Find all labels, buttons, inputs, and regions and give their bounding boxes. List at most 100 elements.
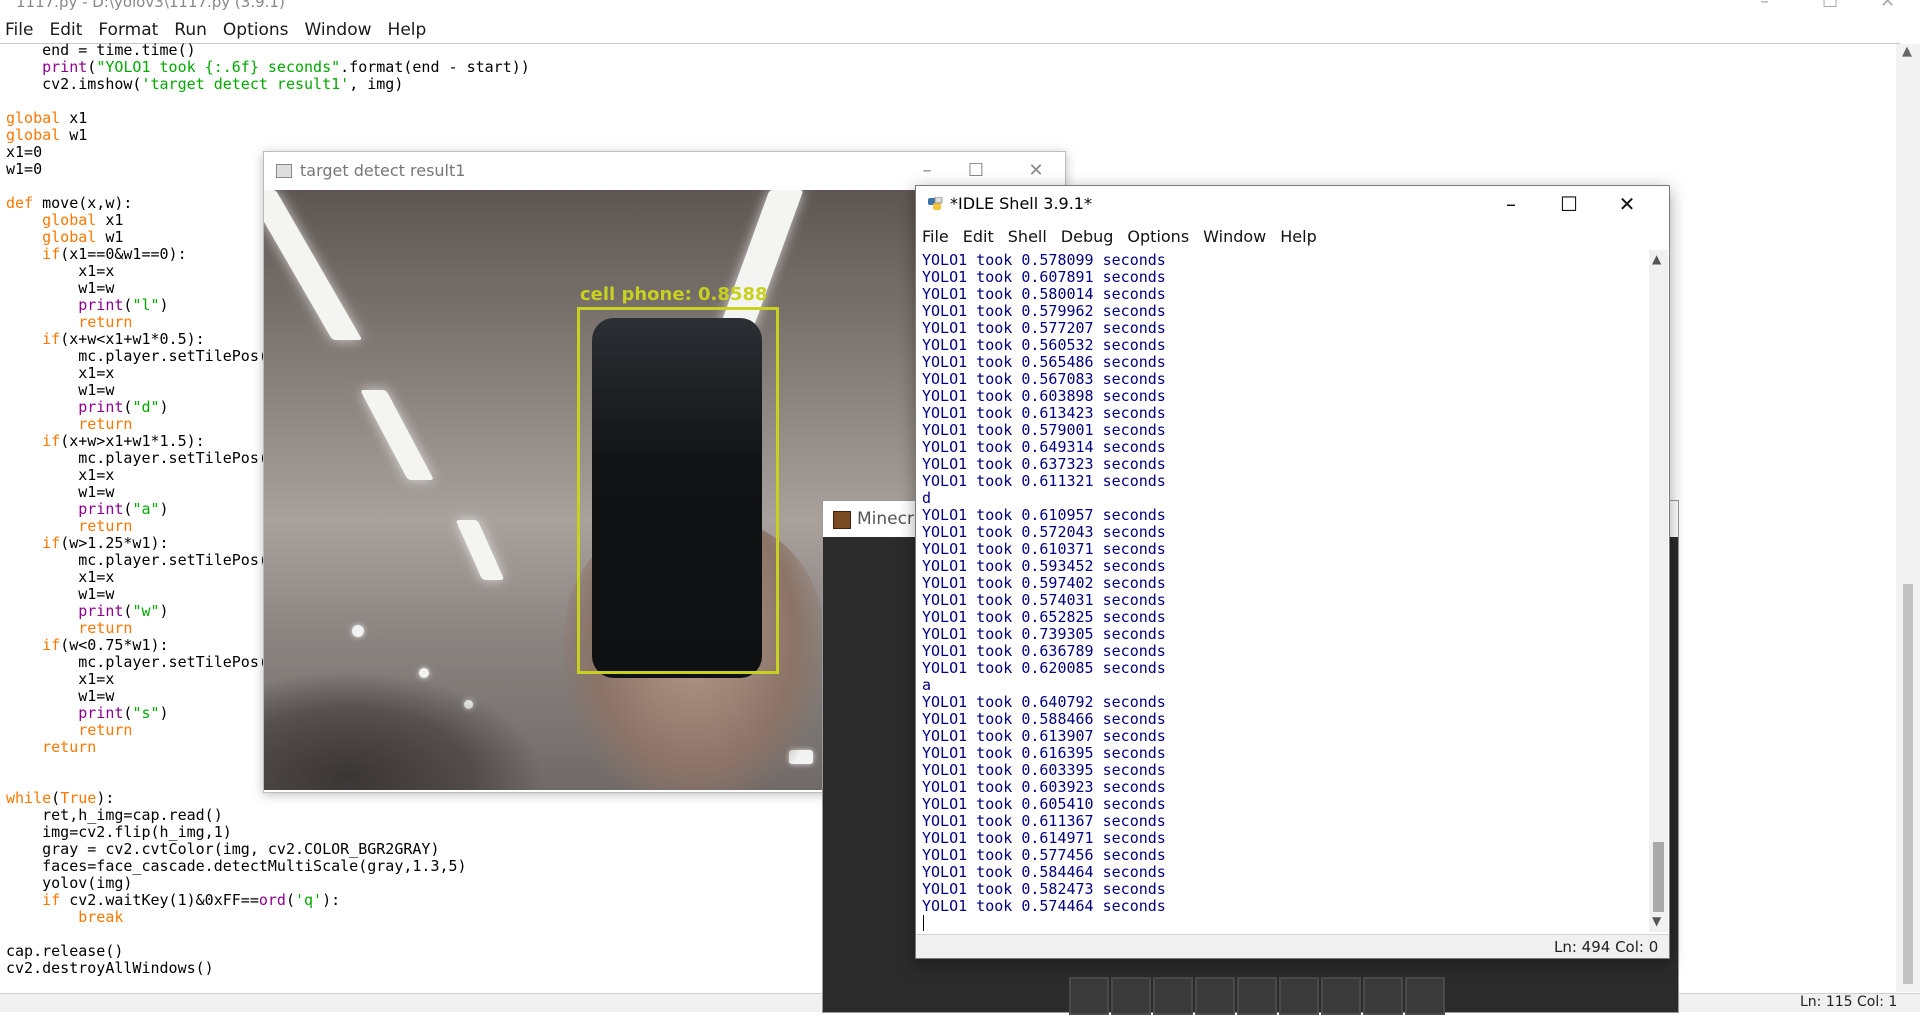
shell-menu-options[interactable]: Options <box>1120 227 1196 246</box>
text-cursor <box>923 915 924 931</box>
editor-titlebar: 1117.py - D:\yolov3\1117.py (3.9.1) – ☐ … <box>0 0 1920 12</box>
editor-menu-options[interactable]: Options <box>215 20 297 40</box>
shell-output-line: YOLO1 took 0.603395 seconds <box>922 761 1166 779</box>
hotbar-slot <box>1069 977 1109 1015</box>
ceiling-light <box>352 625 364 637</box>
editor-close-button[interactable]: ✕ <box>1880 0 1895 12</box>
shell-output-line: YOLO1 took 0.579001 seconds <box>922 421 1166 439</box>
editor-menu-file[interactable]: File <box>0 20 41 40</box>
detect-close-button[interactable]: ✕ <box>1016 156 1056 186</box>
shell-output-line: YOLO1 took 0.593452 seconds <box>922 557 1166 575</box>
shell-output-line: YOLO1 took 0.567083 seconds <box>922 370 1166 388</box>
code-line: break <box>78 908 124 926</box>
hotbar-slot <box>1405 977 1445 1015</box>
shell-output-line: YOLO1 took 0.577207 seconds <box>922 319 1166 337</box>
editor-menu-window[interactable]: Window <box>297 20 380 40</box>
shell-scroll-up-icon[interactable]: ▲ <box>1652 252 1661 266</box>
shell-output-line: YOLO1 took 0.616395 seconds <box>922 744 1166 762</box>
shell-output-line: YOLO1 took 0.577456 seconds <box>922 846 1166 864</box>
idle-shell-window[interactable]: *IDLE Shell 3.9.1* – ☐ ✕ File Edit Shell… <box>915 185 1670 959</box>
hotbar-slot <box>1321 977 1361 1015</box>
shell-menu-file[interactable]: File <box>916 227 956 246</box>
hotbar-slot <box>1363 977 1403 1015</box>
code-line: faces=face_cascade.detectMultiScale(gray… <box>6 857 467 875</box>
foreground-shadow <box>264 670 544 790</box>
shell-menubar: File Edit Shell Debug Options Window Hel… <box>916 222 1669 250</box>
shell-output-line: d <box>922 489 932 507</box>
shell-output-line: YOLO1 took 0.597402 seconds <box>922 574 1166 592</box>
editor-scroll-up-icon[interactable]: ▲ <box>1902 44 1912 59</box>
editor-title: 1117.py - D:\yolov3\1117.py (3.9.1) <box>16 0 285 11</box>
shell-output-line: YOLO1 took 0.613423 seconds <box>922 404 1166 422</box>
shell-output-line: YOLO1 took 0.614971 seconds <box>922 829 1166 847</box>
hotbar-slot <box>1279 977 1319 1015</box>
detection-label: cell phone: 0.8588 <box>580 284 768 305</box>
shell-output-line: YOLO1 took 0.603923 seconds <box>922 778 1166 796</box>
shell-output-line: YOLO1 took 0.565486 seconds <box>922 353 1166 371</box>
shell-output-line: YOLO1 took 0.739305 seconds <box>922 625 1166 643</box>
window-app-icon <box>276 164 292 178</box>
ceiling-light <box>264 190 363 340</box>
shell-scroll-thumb[interactable] <box>1653 842 1664 912</box>
shell-output-line: YOLO1 took 0.640792 seconds <box>922 693 1166 711</box>
code-line: cv2.imshow('target detect result1', img) <box>6 75 404 93</box>
shell-menu-debug[interactable]: Debug <box>1054 227 1121 246</box>
editor-menu-edit[interactable]: Edit <box>41 20 90 40</box>
code-line: gray = cv2.cvtColor(img, cv2.COLOR_BGR2G… <box>6 840 440 858</box>
shell-output-line: YOLO1 took 0.613907 seconds <box>922 727 1166 745</box>
code-line: global w1 <box>6 126 88 144</box>
shell-output-line: YOLO1 took 0.574031 seconds <box>922 591 1166 609</box>
shell-output-line: YOLO1 took 0.611367 seconds <box>922 812 1166 830</box>
shell-close-button[interactable]: ✕ <box>1598 186 1656 222</box>
shell-output-line: YOLO1 took 0.578099 seconds <box>922 252 1166 269</box>
shell-output-line: YOLO1 took 0.603898 seconds <box>922 387 1166 405</box>
code-line: img=cv2.flip(h_img,1) <box>6 823 232 841</box>
shell-output-line: YOLO1 took 0.620085 seconds <box>922 659 1166 677</box>
shell-menu-window[interactable]: Window <box>1196 227 1273 246</box>
editor-menu-help[interactable]: Help <box>380 20 435 40</box>
editor-scrollbar[interactable]: ▲ <box>1896 44 1920 992</box>
detect-maximize-button[interactable]: ☐ <box>956 156 996 186</box>
shell-output-line: YOLO1 took 0.572043 seconds <box>922 523 1166 541</box>
detect-minimize-button[interactable]: – <box>907 156 947 186</box>
shell-output-line: YOLO1 took 0.607891 seconds <box>922 268 1166 286</box>
shell-output-area[interactable]: YOLO1 took 0.578099 seconds YOLO1 took 0.… <box>922 252 1652 934</box>
editor-cursor-position: Ln: 115 Col: 1 <box>1800 994 1898 1010</box>
code-line: cv2.destroyAllWindows() <box>6 959 214 977</box>
editor-scroll-thumb[interactable] <box>1903 584 1913 984</box>
hotbar-slot <box>1111 977 1151 1015</box>
editor-maximize-button[interactable]: ☐ <box>1822 0 1838 12</box>
shell-menu-shell[interactable]: Shell <box>1001 227 1054 246</box>
shell-maximize-button[interactable]: ☐ <box>1540 186 1598 222</box>
shell-menu-edit[interactable]: Edit <box>956 227 1001 246</box>
shell-output-line: YOLO1 took 0.636789 seconds <box>922 642 1166 660</box>
code-line: global x1 <box>6 109 88 127</box>
shell-output-line: YOLO1 took 0.582473 seconds <box>922 880 1166 898</box>
shell-minimize-button[interactable]: – <box>1482 186 1540 222</box>
code-line: print("YOLO1 took {:.6f} seconds".format… <box>42 58 530 76</box>
hotbar-slot <box>1153 977 1193 1015</box>
detect-window-title: target detect result1 <box>300 161 466 180</box>
shell-cursor-position: Ln: 494 Col: 0 <box>1554 938 1659 956</box>
shell-menu-help[interactable]: Help <box>1273 227 1323 246</box>
shell-scroll-down-icon[interactable]: ▼ <box>1652 914 1661 928</box>
editor-minimize-button[interactable]: – <box>1760 0 1769 12</box>
minecraft-hotbar <box>1069 977 1447 1015</box>
shell-output-line: YOLO1 took 0.637323 seconds <box>922 455 1166 473</box>
shell-output-line: YOLO1 took 0.579962 seconds <box>922 302 1166 320</box>
python-idle-icon <box>928 197 943 210</box>
editor-menu-format[interactable]: Format <box>90 20 166 40</box>
ceiling-light <box>360 390 434 480</box>
shell-output-line: YOLO1 took 0.649314 seconds <box>922 438 1166 456</box>
shell-output-line: YOLO1 took 0.584464 seconds <box>922 863 1166 881</box>
shell-output-line: YOLO1 took 0.610371 seconds <box>922 540 1166 558</box>
editor-menu-run[interactable]: Run <box>166 20 215 40</box>
code-line: ret,h_img=cap.read() <box>6 806 223 824</box>
ceiling-light <box>455 520 505 580</box>
shell-output-line: YOLO1 took 0.605410 seconds <box>922 795 1166 813</box>
shell-output-line: YOLO1 took 0.560532 seconds <box>922 336 1166 354</box>
shell-titlebar[interactable]: *IDLE Shell 3.9.1* – ☐ ✕ <box>916 186 1669 222</box>
shell-scrollbar[interactable]: ▲ ▼ <box>1649 250 1668 932</box>
